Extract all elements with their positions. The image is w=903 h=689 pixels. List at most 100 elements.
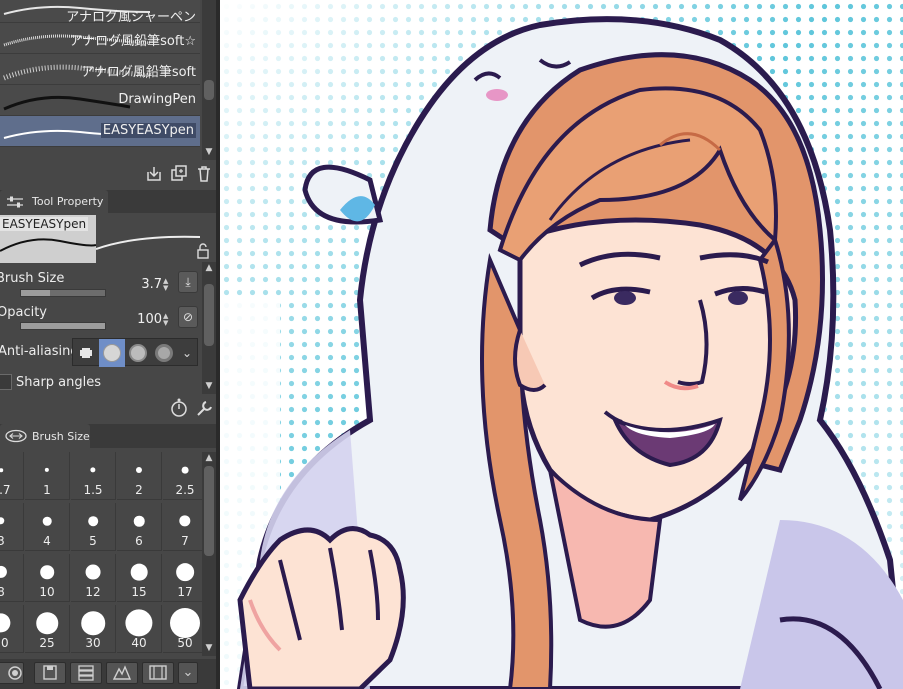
tool-property-tabbar: Tool Property xyxy=(0,190,218,213)
anti-aliasing-selector: ⌄ xyxy=(72,338,198,367)
tab-brush-size[interactable]: Brush Size xyxy=(0,424,90,448)
subtool-name: DrawingPen xyxy=(118,92,196,107)
aa-strong-option[interactable] xyxy=(151,339,177,367)
subtool-item[interactable]: DrawingPen xyxy=(0,85,200,116)
opacity-label: Opacity xyxy=(0,305,48,320)
chevron-down-icon[interactable]: ⌄ xyxy=(177,339,197,367)
brush-dot-icon xyxy=(170,608,200,638)
brush-size-cell[interactable]: 12 xyxy=(71,554,116,602)
spinner-icon[interactable]: ▲ ▼ xyxy=(163,313,173,327)
sharp-angles-checkbox[interactable] xyxy=(0,374,12,390)
brush-size-label: 25 xyxy=(39,636,55,650)
brush-size-label: 40 xyxy=(131,636,147,650)
tab-label: Brush Size xyxy=(32,430,90,443)
brush-dot-icon xyxy=(0,468,3,472)
scroll-up-icon[interactable]: ▲ xyxy=(202,262,216,274)
property-scrollbar[interactable]: ▲ ▼ xyxy=(202,262,216,394)
brush-size-slider[interactable] xyxy=(20,289,106,297)
brush-size-label: 30 xyxy=(85,636,101,650)
brush-size-label: 1 xyxy=(43,483,51,497)
subtool-item-selected[interactable]: EASYEASYpen xyxy=(0,116,200,147)
illustration xyxy=(220,0,903,689)
brush-size-cell[interactable]: 8 xyxy=(0,554,24,602)
sharp-angles-label: Sharp angles xyxy=(16,375,102,390)
settings-dial-icon[interactable] xyxy=(168,397,190,419)
anti-aliasing-label: Anti-aliasing xyxy=(0,344,79,359)
brush-size-cell[interactable]: 4 xyxy=(25,503,70,551)
slider-fill xyxy=(21,323,105,329)
brush-size-cell[interactable]: 15 xyxy=(117,554,162,602)
record-icon[interactable] xyxy=(0,662,24,684)
scroll-down-icon[interactable]: ▼ xyxy=(202,642,216,654)
spinner-icon[interactable]: ▲ ▼ xyxy=(163,278,173,292)
animation-icon[interactable] xyxy=(142,662,174,684)
brush-size-cell[interactable]: 2 xyxy=(117,452,162,500)
lock-icon[interactable] xyxy=(192,240,214,262)
brush-size-cell[interactable]: 20 xyxy=(0,605,24,653)
subtool-name: アナログ風鉛筆soft xyxy=(81,65,196,80)
brush-size-label: 6 xyxy=(135,534,143,548)
subtool-item[interactable]: アナログ風シャーペン xyxy=(0,0,200,23)
subtool-item[interactable]: アナログ風鉛筆soft xyxy=(0,54,200,85)
subtool-scrollbar[interactable]: ▼ xyxy=(202,0,216,160)
brush-size-tabbar: Brush Size xyxy=(0,424,218,448)
scroll-down-icon[interactable]: ▼ xyxy=(202,380,216,392)
aa-none-option[interactable] xyxy=(73,339,99,367)
scroll-thumb[interactable] xyxy=(204,466,214,556)
opacity-value[interactable]: 100 xyxy=(137,312,162,327)
scroll-down-icon[interactable]: ▼ xyxy=(202,146,216,158)
aa-medium-option[interactable] xyxy=(125,339,151,367)
stroke-preview xyxy=(96,235,200,250)
brush-size-label: 20 xyxy=(0,636,9,650)
subtool-name: アナログ風鉛筆soft☆ xyxy=(69,34,196,49)
wrench-icon[interactable] xyxy=(193,397,215,419)
brush-size-cell[interactable]: 5 xyxy=(71,503,116,551)
brush-size-label: 4 xyxy=(43,534,51,548)
brush-size-cell[interactable]: 25 xyxy=(25,605,70,653)
tab-label: Tool Property xyxy=(32,195,104,208)
brush-size-label: 17 xyxy=(177,585,193,599)
brush-dot-icon xyxy=(130,563,148,581)
slider-fill xyxy=(21,290,51,296)
pressure-icon[interactable]: ⤓ xyxy=(178,271,198,293)
download-icon[interactable] xyxy=(143,163,165,185)
brush-size-cell[interactable]: 1 xyxy=(25,452,70,500)
brush-dot-icon xyxy=(179,515,191,527)
trash-icon[interactable] xyxy=(193,163,215,185)
brush-size-cell[interactable]: 6 xyxy=(117,503,162,551)
opacity-slider[interactable] xyxy=(20,322,106,330)
brush-dot-icon xyxy=(133,515,145,527)
duplicate-icon[interactable] xyxy=(168,163,190,185)
scroll-thumb[interactable] xyxy=(204,80,214,100)
blend-mode-icon[interactable]: ⊘ xyxy=(178,306,198,328)
brush-size-cell[interactable]: 10 xyxy=(25,554,70,602)
brush-dot-icon xyxy=(0,613,11,633)
subtool-item[interactable]: アナログ風鉛筆soft☆ xyxy=(0,23,200,54)
brush-size-label: 7 xyxy=(181,534,189,548)
brush-size-value[interactable]: 3.7 xyxy=(141,277,162,292)
brush-size-label: 10 xyxy=(39,585,55,599)
brush-size-label: 3 xyxy=(0,534,5,548)
brush-size-cell[interactable]: 30 xyxy=(71,605,116,653)
save-icon[interactable] xyxy=(34,662,66,684)
aa-weak-option[interactable] xyxy=(99,339,125,367)
brush-size-scrollbar[interactable]: ▲ ▼ xyxy=(202,452,216,656)
navigator-icon[interactable] xyxy=(106,662,138,684)
scroll-up-icon[interactable]: ▲ xyxy=(202,452,216,464)
brush-dot-icon xyxy=(40,565,54,579)
drawing-canvas[interactable] xyxy=(220,0,903,689)
tool-panel: アナログ風シャーペン アナログ風鉛筆soft☆ アナログ風鉛筆soft Draw… xyxy=(0,0,218,689)
brush-size-cell[interactable]: 1.5 xyxy=(71,452,116,500)
more-icon[interactable]: ⌄ xyxy=(178,662,198,684)
brush-size-cell[interactable]: 40 xyxy=(117,605,162,653)
layers-icon[interactable] xyxy=(70,662,102,684)
brush-dot-icon xyxy=(135,466,143,474)
brush-size-label: 8 xyxy=(0,585,5,599)
brush-size-label: Brush Size xyxy=(0,271,65,286)
brush-size-icon xyxy=(5,429,27,443)
tab-tool-property[interactable]: Tool Property xyxy=(0,190,108,213)
brush-size-cell[interactable]: 3 xyxy=(0,503,24,551)
brush-size-cell[interactable]: 0.7 xyxy=(0,452,24,500)
brush-dot-icon xyxy=(42,516,52,526)
scroll-thumb[interactable] xyxy=(204,284,214,346)
